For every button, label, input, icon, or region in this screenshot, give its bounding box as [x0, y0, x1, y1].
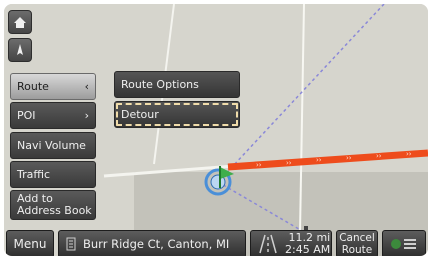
menu-item-poi[interactable]: POI › — [10, 102, 96, 129]
destination-bar[interactable]: Burr Ridge Ct, Canton, MI — [58, 230, 246, 256]
navigation-screen: ›› ›› ›› ›› ›› ›› Route ‹ POI › Navi Vol — [4, 4, 428, 256]
svg-text:››: ›› — [346, 154, 352, 162]
destination-text: Burr Ridge Ct, Canton, MI — [83, 237, 230, 251]
cancel-route-line2: Route — [341, 244, 373, 256]
menu-item-navi-volume[interactable]: Navi Volume — [10, 132, 96, 159]
svg-text:››: ›› — [376, 152, 382, 160]
submenu-item-route-options[interactable]: Route Options — [114, 71, 240, 98]
menu-button-label: Menu — [13, 237, 47, 251]
menu-item-label: POI — [17, 109, 36, 122]
cancel-route-line1: Cancel — [339, 232, 375, 244]
menu-item-label: Navi Volume — [17, 139, 86, 152]
menu-item-label: Traffic — [17, 168, 51, 181]
menu-item-add-to-address-book[interactable]: Add to Address Book — [10, 190, 96, 220]
chevron-left-icon: ‹ — [84, 80, 89, 93]
svg-text:››: ›› — [256, 161, 262, 169]
compass-button[interactable] — [8, 38, 32, 62]
menu-item-label: Route — [17, 80, 49, 93]
road-icon — [259, 234, 277, 254]
submenu-item-label: Detour — [121, 108, 159, 121]
svg-text:››: ›› — [406, 150, 412, 158]
home-button[interactable] — [8, 10, 32, 34]
trip-info[interactable]: 11.2 mi 2:45 AM — [250, 230, 332, 256]
destination-icon — [66, 237, 76, 251]
cancel-route-button[interactable]: Cancel Route — [336, 230, 378, 256]
menu-item-route[interactable]: Route ‹ — [10, 73, 96, 100]
menu-item-label-line2: Address Book — [17, 204, 92, 217]
svg-text:››: ›› — [286, 159, 292, 167]
menu-button[interactable]: Menu — [6, 230, 54, 256]
home-icon — [14, 17, 26, 28]
list-button[interactable] — [382, 230, 426, 256]
svg-text:››: ›› — [316, 156, 322, 164]
submenu-item-detour[interactable]: Detour — [114, 101, 240, 128]
chevron-right-icon: › — [84, 109, 89, 122]
list-icon — [391, 239, 416, 249]
submenu-item-label: Route Options — [121, 78, 199, 91]
eta-time: 2:45 AM — [285, 243, 331, 256]
menu-item-traffic[interactable]: Traffic — [10, 161, 96, 188]
compass-icon — [17, 44, 23, 55]
